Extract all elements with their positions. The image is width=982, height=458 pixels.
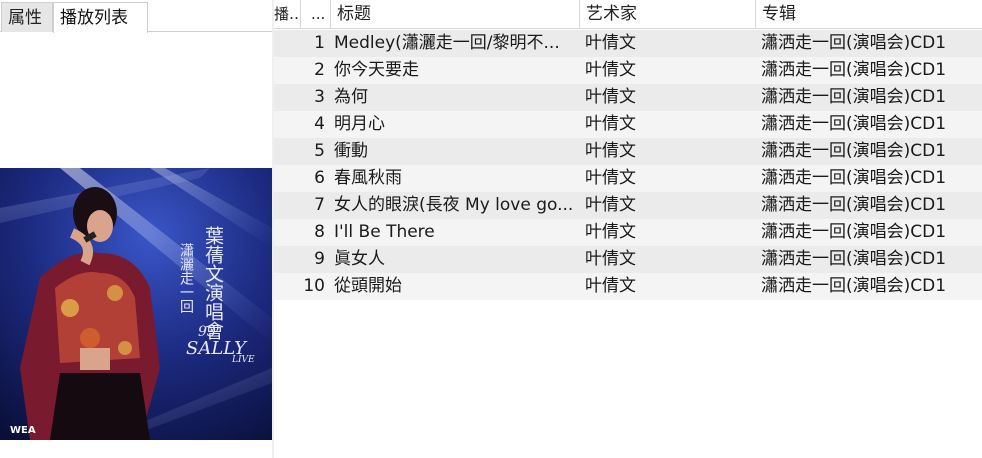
cover-title-text: 葉蒨文演唱會 xyxy=(202,226,224,340)
table-row[interactable]: 8 I'll Be There 叶倩文 瀟洒走一回(演唱会)CD1 xyxy=(274,219,982,246)
table-row[interactable]: 2 你今天要走 叶倩文 瀟洒走一回(演唱会)CD1 xyxy=(274,57,982,84)
track-album-cell: 瀟洒走一回(演唱会)CD1 xyxy=(761,249,947,269)
track-number-cell: 7 xyxy=(314,195,325,215)
tab-properties[interactable]: 属性 xyxy=(1,2,53,32)
cover-subtitle-text: 瀟灑走一回 xyxy=(178,243,194,313)
track-artist-cell: 叶倩文 xyxy=(585,60,636,80)
wea-logo: WEA xyxy=(10,425,36,436)
track-artist-cell: 叶倩文 xyxy=(585,114,636,134)
track-title-cell: 從頭開始 xyxy=(334,276,402,296)
table-row[interactable]: 5 衝動 叶倩文 瀟洒走一回(演唱会)CD1 xyxy=(274,138,982,165)
track-album-cell: 瀟洒走一回(演唱会)CD1 xyxy=(761,87,947,107)
track-artist-cell: 叶倩文 xyxy=(585,249,636,269)
table-row[interactable]: 7 女人的眼淚(長夜 My love go... 叶倩文 瀟洒走一回(演唱会)CD1 xyxy=(274,192,982,219)
track-title-cell: 明月心 xyxy=(334,114,385,134)
track-number-cell: 3 xyxy=(314,87,325,107)
track-title-cell: I'll Be There xyxy=(334,222,435,242)
track-number-cell: 4 xyxy=(314,114,325,134)
track-album-cell: 瀟洒走一回(演唱会)CD1 xyxy=(761,33,947,53)
track-artist-cell: 叶倩文 xyxy=(585,33,636,53)
table-row[interactable]: 10 從頭開始 叶倩文 瀟洒走一回(演唱会)CD1 xyxy=(274,273,982,300)
column-header-title[interactable]: 标题 xyxy=(331,0,580,29)
album-cover-art: 葉蒨文演唱會 瀟灑走一回 93' SALLY LIVE WEA xyxy=(0,168,272,440)
track-title-cell: 春風秋雨 xyxy=(334,168,402,188)
tab-bar: 属性 播放列表 xyxy=(0,0,272,33)
table-row[interactable]: 6 春風秋雨 叶倩文 瀟洒走一回(演唱会)CD1 xyxy=(274,165,982,192)
track-album-cell: 瀟洒走一回(演唱会)CD1 xyxy=(761,168,947,188)
table-header: 播… ... 标题 艺术家 专辑 xyxy=(274,0,982,29)
track-artist-cell: 叶倩文 xyxy=(585,195,636,215)
track-number-cell: 2 xyxy=(314,60,325,80)
track-title-cell: Medley(瀟灑走一回/黎明不... xyxy=(334,33,560,53)
tab-playlist[interactable]: 播放列表 xyxy=(53,2,148,33)
column-header-artist[interactable]: 艺术家 xyxy=(580,0,756,29)
track-title-cell: 眞女人 xyxy=(334,249,385,269)
track-artist-cell: 叶倩文 xyxy=(585,276,636,296)
track-album-cell: 瀟洒走一回(演唱会)CD1 xyxy=(761,222,947,242)
playlist-table: 播… ... 标题 艺术家 专辑 1 Medley(瀟灑走一回/黎明不... 叶倩文… xyxy=(274,0,982,458)
cover-live-text: LIVE xyxy=(231,355,255,365)
track-album-cell: 瀟洒走一回(演唱会)CD1 xyxy=(761,276,947,296)
table-row[interactable]: 1 Medley(瀟灑走一回/黎明不... 叶倩文 瀟洒走一回(演唱会)CD1 xyxy=(274,30,982,57)
track-album-cell: 瀟洒走一回(演唱会)CD1 xyxy=(761,114,947,134)
column-header-number[interactable]: 播… xyxy=(274,0,301,29)
track-artist-cell: 叶倩文 xyxy=(585,87,636,107)
track-number-cell: 8 xyxy=(314,222,325,242)
track-album-cell: 瀟洒走一回(演唱会)CD1 xyxy=(761,141,947,161)
track-album-cell: 瀟洒走一回(演唱会)CD1 xyxy=(761,195,947,215)
track-number-cell: 5 xyxy=(314,141,325,161)
track-artist-cell: 叶倩文 xyxy=(585,141,636,161)
left-panel: 属性 播放列表 葉蒨文演唱會 瀟灑走一回 93' SALLY LIVE WEA xyxy=(0,0,272,458)
track-number-cell: 6 xyxy=(314,168,325,188)
column-header-more[interactable]: ... xyxy=(301,0,331,29)
track-title-cell: 衝動 xyxy=(334,141,368,161)
track-artist-cell: 叶倩文 xyxy=(585,168,636,188)
track-title-cell: 你今天要走 xyxy=(334,60,419,80)
track-artist-cell: 叶倩文 xyxy=(585,222,636,242)
column-header-album[interactable]: 专辑 xyxy=(756,0,982,29)
track-title-cell: 女人的眼淚(長夜 My love go... xyxy=(334,195,574,215)
track-title-cell: 為何 xyxy=(334,87,368,107)
track-album-cell: 瀟洒走一回(演唱会)CD1 xyxy=(761,60,947,80)
table-row[interactable]: 9 眞女人 叶倩文 瀟洒走一回(演唱会)CD1 xyxy=(274,246,982,273)
table-row[interactable]: 3 為何 叶倩文 瀟洒走一回(演唱会)CD1 xyxy=(274,84,982,111)
track-number-cell: 1 xyxy=(314,33,325,53)
track-number-cell: 10 xyxy=(303,276,325,296)
table-row[interactable]: 4 明月心 叶倩文 瀟洒走一回(演唱会)CD1 xyxy=(274,111,982,138)
track-number-cell: 9 xyxy=(314,249,325,269)
